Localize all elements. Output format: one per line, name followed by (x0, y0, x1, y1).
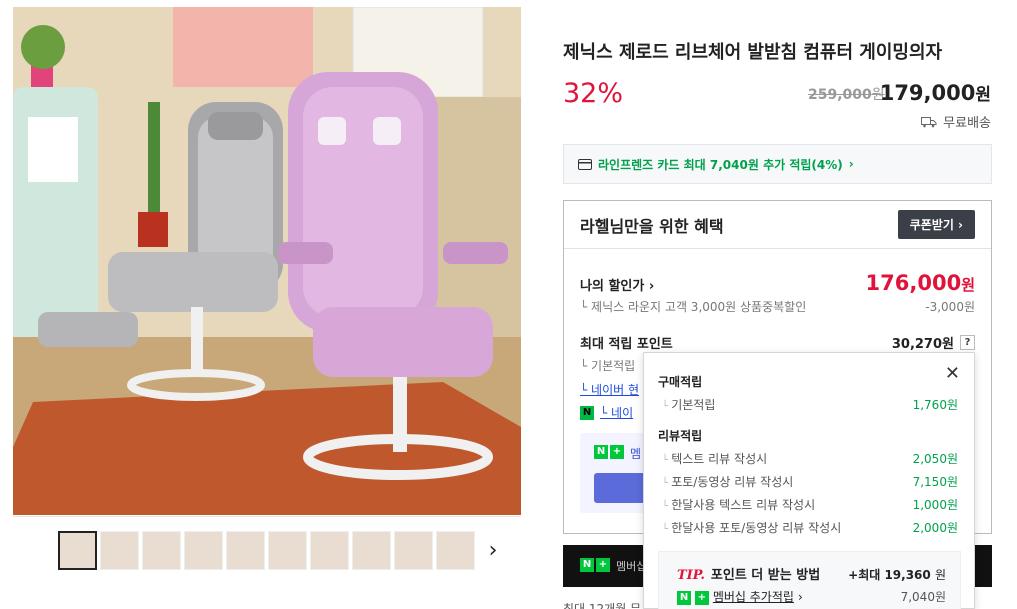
benefit-title: 라헬님만을 위한 혜택 (580, 216, 724, 236)
membership-promo-label: 멤 (630, 447, 642, 461)
thumbnail-item[interactable] (352, 531, 391, 570)
review-points-row: 포토/동영상 리뷰 작성시 7,150원 (662, 473, 958, 490)
review-points-row: 한달사용 포토/동영상 리뷰 작성시 2,000원 (662, 519, 958, 536)
purchase-points-row: 기본적립 1,760원 (662, 396, 958, 413)
tip-membership-label: N + 멤버십 추가적립 › (677, 588, 803, 605)
point-sub-basic-label: └ 기본적립 (580, 359, 636, 373)
tip-max-points: +최대 19,360 원 (848, 566, 946, 583)
card-benefit-text: 라인프렌즈 카드 최대 7,040원 추가 적립(4%) (598, 157, 843, 172)
thumbnail-item[interactable] (310, 531, 349, 570)
lounge-discount-label: └ 제닉스 라운지 고객 3,000원 상품중복할인 (580, 300, 807, 314)
thumbnail-item[interactable] (142, 531, 181, 570)
naver-plus-icon: N + (580, 558, 610, 572)
point-sub-naver-link[interactable]: └ 네이버 현 (580, 381, 639, 398)
max-points-row: 최대 적립 포인트 30,270원? (580, 333, 975, 352)
tip-title: 포인트 더 받는 방법 (710, 568, 821, 583)
review-points-title: 리뷰적립 (658, 429, 703, 443)
thumbnail-next-icon[interactable]: › (483, 537, 503, 565)
sale-price-unit: 원 (975, 85, 991, 105)
naver-plus-icon: N + (594, 445, 624, 459)
naver-n-badge: N (594, 445, 608, 459)
product-main-image (13, 7, 521, 515)
naver-n-badge: N (677, 590, 691, 605)
thumbnail-item[interactable] (394, 531, 433, 570)
my-discount-price: 176,000원 (866, 271, 975, 295)
my-discount-value: 176,000 (865, 271, 962, 295)
coupon-button[interactable]: 쿠폰받기 › (897, 210, 975, 239)
discount-rate: 32% (563, 78, 624, 109)
chevron-right-icon: › (848, 157, 854, 171)
chevron-right-icon: › (797, 589, 803, 604)
naver-plus-icon: N + (677, 589, 709, 605)
purchase-points-title: 구매적립 (658, 375, 703, 389)
tip-box: TIP. 포인트 더 받는 방법 +최대 19,360 원 N + 멤버십 추가… (658, 551, 961, 609)
sale-price-value: 179,000 (879, 81, 976, 105)
tip-heading: TIP. 포인트 더 받는 방법 (677, 564, 820, 583)
truck-icon (921, 116, 937, 127)
points-row-label: 기본적립 (662, 396, 715, 413)
lounge-discount-value: -3,000원 (925, 300, 975, 314)
card-icon (578, 158, 592, 170)
membership-bar-label: 멤버십 (616, 560, 647, 573)
close-icon[interactable]: ✕ (945, 365, 960, 383)
points-row-label: 한달사용 포토/동영상 리뷰 작성시 (662, 519, 841, 536)
help-icon[interactable]: ? (960, 335, 975, 350)
max-points-value: 30,270원 (891, 337, 954, 352)
points-row-value: 2,050원 (912, 452, 958, 466)
review-points-row: 텍스트 리뷰 작성시 2,050원 (662, 450, 958, 467)
card-benefit-banner[interactable]: 라인프렌즈 카드 최대 7,040원 추가 적립(4%) › (563, 144, 992, 184)
tip-max-value: +최대 19,360 (848, 568, 931, 582)
shipping-label: 무료배송 (943, 116, 991, 131)
naver-n-badge: N (580, 558, 594, 572)
point-sub-naverpay-link[interactable]: └ 네이 (600, 404, 633, 421)
tip-membership-row: N + 멤버십 추가적립 › 7,040원 (677, 588, 946, 605)
original-price: 259,000원 (808, 84, 885, 104)
plus-badge: + (596, 558, 610, 572)
thumbnail-item[interactable] (184, 531, 223, 570)
thumbnail-strip: › (13, 516, 521, 609)
my-discount-row: 나의 할인가 › 176,000원 (580, 271, 975, 295)
tip-membership-link[interactable]: 멤버십 추가적립 (713, 588, 794, 605)
tip-membership-value: 7,040원 (900, 590, 946, 604)
thumbnail-item[interactable] (58, 531, 97, 570)
lounge-discount-row: └ 제닉스 라운지 고객 3,000원 상품중복할인 -3,000원 (580, 298, 975, 315)
my-discount-unit: 원 (961, 276, 975, 294)
thumbnail-item[interactable] (268, 531, 307, 570)
points-row-value: 2,000원 (912, 521, 958, 535)
points-row-value: 7,150원 (912, 475, 958, 489)
tip-max-unit: 원 (934, 568, 946, 582)
points-row-value: 1,760원 (912, 398, 958, 412)
tip-mark: TIP. (677, 568, 705, 583)
thumbnail-list (58, 531, 475, 570)
shipping-info: 무료배송 (921, 112, 991, 131)
original-price-value: 259,000 (808, 87, 872, 103)
point-sub-naverpay: N └ 네이 (580, 404, 633, 421)
points-row-value: 1,000원 (912, 498, 958, 512)
thumbnail-item[interactable] (100, 531, 139, 570)
plus-badge: + (610, 445, 624, 459)
point-sub-naver: └ 네이버 현 (580, 381, 639, 398)
product-title: 제닉스 제로드 리브체어 발받침 컴퓨터 게이밍의자 (563, 42, 943, 63)
points-row-label: 텍스트 리뷰 작성시 (662, 450, 767, 467)
max-points-label: 최대 적립 포인트 (580, 337, 673, 352)
review-points-row: 한달사용 텍스트 리뷰 작성시 1,000원 (662, 496, 958, 513)
installment-text: 최대 12개월 무 (563, 602, 642, 609)
plus-badge: + (694, 590, 709, 605)
point-sub-basic: └ 기본적립 (580, 357, 635, 374)
points-row-label: 한달사용 텍스트 리뷰 작성시 (662, 496, 815, 513)
max-points: 30,270원? (892, 333, 975, 352)
my-discount-link[interactable]: 나의 할인가 › (580, 275, 654, 294)
naver-pay-icon: N (580, 405, 594, 420)
points-detail-popup: ✕ 구매적립 기본적립1,760원 리뷰적립 텍스트 리뷰 작성시2,050원 … (643, 352, 975, 609)
sale-price: 179,000원 (880, 80, 991, 105)
thumbnail-item[interactable] (226, 531, 265, 570)
benefit-header: 라헬님만을 위한 혜택 쿠폰받기 › (564, 201, 991, 249)
thumbnail-item[interactable] (436, 531, 475, 570)
points-row-label: 포토/동영상 리뷰 작성시 (662, 473, 793, 490)
